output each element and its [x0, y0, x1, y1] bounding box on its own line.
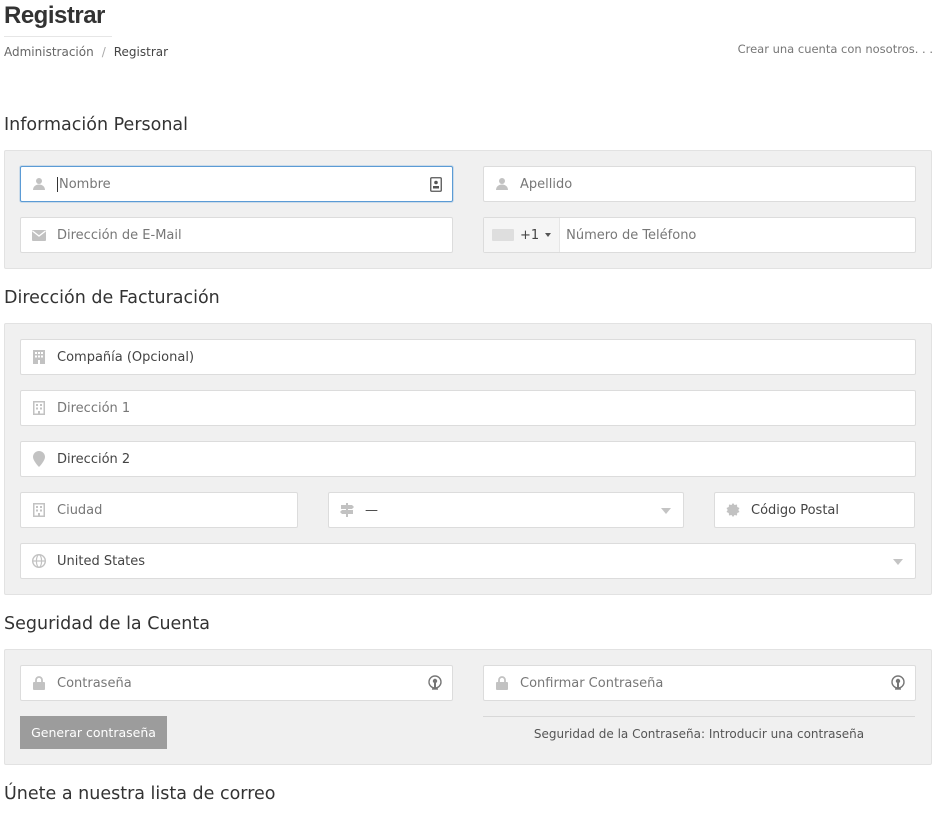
breadcrumb-home-link[interactable]: Administración [4, 45, 94, 59]
building-icon [21, 350, 57, 364]
caret-down-icon [893, 559, 903, 565]
breadcrumb: Administración / Registrar [4, 45, 168, 59]
confirm-password-placeholder: Confirmar Contraseña [520, 675, 664, 691]
country-code-selector[interactable]: +1 [484, 218, 561, 252]
section-title-mailing-list: Únete a nuestra lista de correo [4, 784, 276, 804]
breadcrumb-current: Registrar [113, 45, 169, 59]
address1-placeholder: Dirección 1 [57, 400, 131, 416]
state-select[interactable]: — [328, 492, 684, 528]
building-outline-icon [21, 503, 57, 517]
password-strength-text: Seguridad de la Contraseña: Introducir u… [533, 727, 865, 741]
password-placeholder: Contraseña [57, 675, 132, 691]
password-manager-icon[interactable] [428, 666, 442, 700]
page-title: Registrar [4, 2, 105, 29]
first-name-field[interactable]: Nombre [20, 166, 453, 202]
country-value: United States [57, 553, 146, 569]
page-tagline: Crear una cuenta con nosotros. . . [737, 42, 933, 56]
address1-field[interactable]: Dirección 1 [20, 390, 916, 426]
country-select[interactable]: United States [20, 543, 916, 579]
caret-down-icon [661, 508, 671, 514]
last-name-placeholder: Apellido [520, 176, 573, 192]
building-outline-icon [21, 401, 57, 415]
generate-password-button[interactable]: Generar contraseña [20, 716, 167, 749]
dial-code: +1 [520, 227, 540, 243]
envelope-icon [21, 229, 57, 241]
state-value: — [365, 502, 378, 518]
phone-field[interactable]: +1 Número de Teléfono [483, 217, 916, 253]
phone-placeholder: Número de Teléfono [566, 227, 697, 243]
signpost-icon [329, 503, 365, 517]
certificate-icon [715, 503, 751, 517]
last-name-field[interactable]: Apellido [483, 166, 916, 202]
lock-icon [21, 676, 57, 690]
first-name-placeholder: Nombre [59, 176, 111, 192]
city-field[interactable]: Ciudad [20, 492, 298, 528]
password-strength-bar [483, 716, 915, 717]
contact-card-icon[interactable] [430, 167, 442, 201]
flag-icon [492, 229, 514, 241]
email-placeholder: Dirección de E-Mail [57, 227, 182, 243]
city-placeholder: Ciudad [57, 502, 103, 518]
company-field[interactable]: Compañía (Opcional) [20, 339, 916, 375]
section-title-personal: Información Personal [4, 115, 189, 135]
caret-down-icon [545, 233, 552, 237]
company-placeholder: Compañía (Opcional) [57, 349, 195, 365]
password-manager-icon[interactable] [891, 666, 905, 700]
lock-icon [484, 676, 520, 690]
text-cursor [57, 176, 58, 192]
address2-field[interactable]: Dirección 2 [20, 441, 916, 477]
user-icon [484, 177, 520, 191]
postcode-field[interactable]: Código Postal [714, 492, 915, 528]
map-marker-icon [21, 451, 57, 467]
confirm-password-field[interactable]: Confirmar Contraseña [483, 665, 916, 701]
postcode-placeholder: Código Postal [751, 502, 840, 518]
user-icon [21, 177, 57, 191]
email-field[interactable]: Dirección de E-Mail [20, 217, 453, 253]
title-divider [4, 36, 112, 37]
password-field[interactable]: Contraseña [20, 665, 453, 701]
section-title-security: Seguridad de la Cuenta [4, 614, 210, 634]
section-title-billing: Dirección de Facturación [4, 288, 220, 308]
globe-icon [21, 554, 57, 568]
breadcrumb-separator: / [101, 45, 106, 59]
address2-placeholder: Dirección 2 [57, 451, 131, 467]
